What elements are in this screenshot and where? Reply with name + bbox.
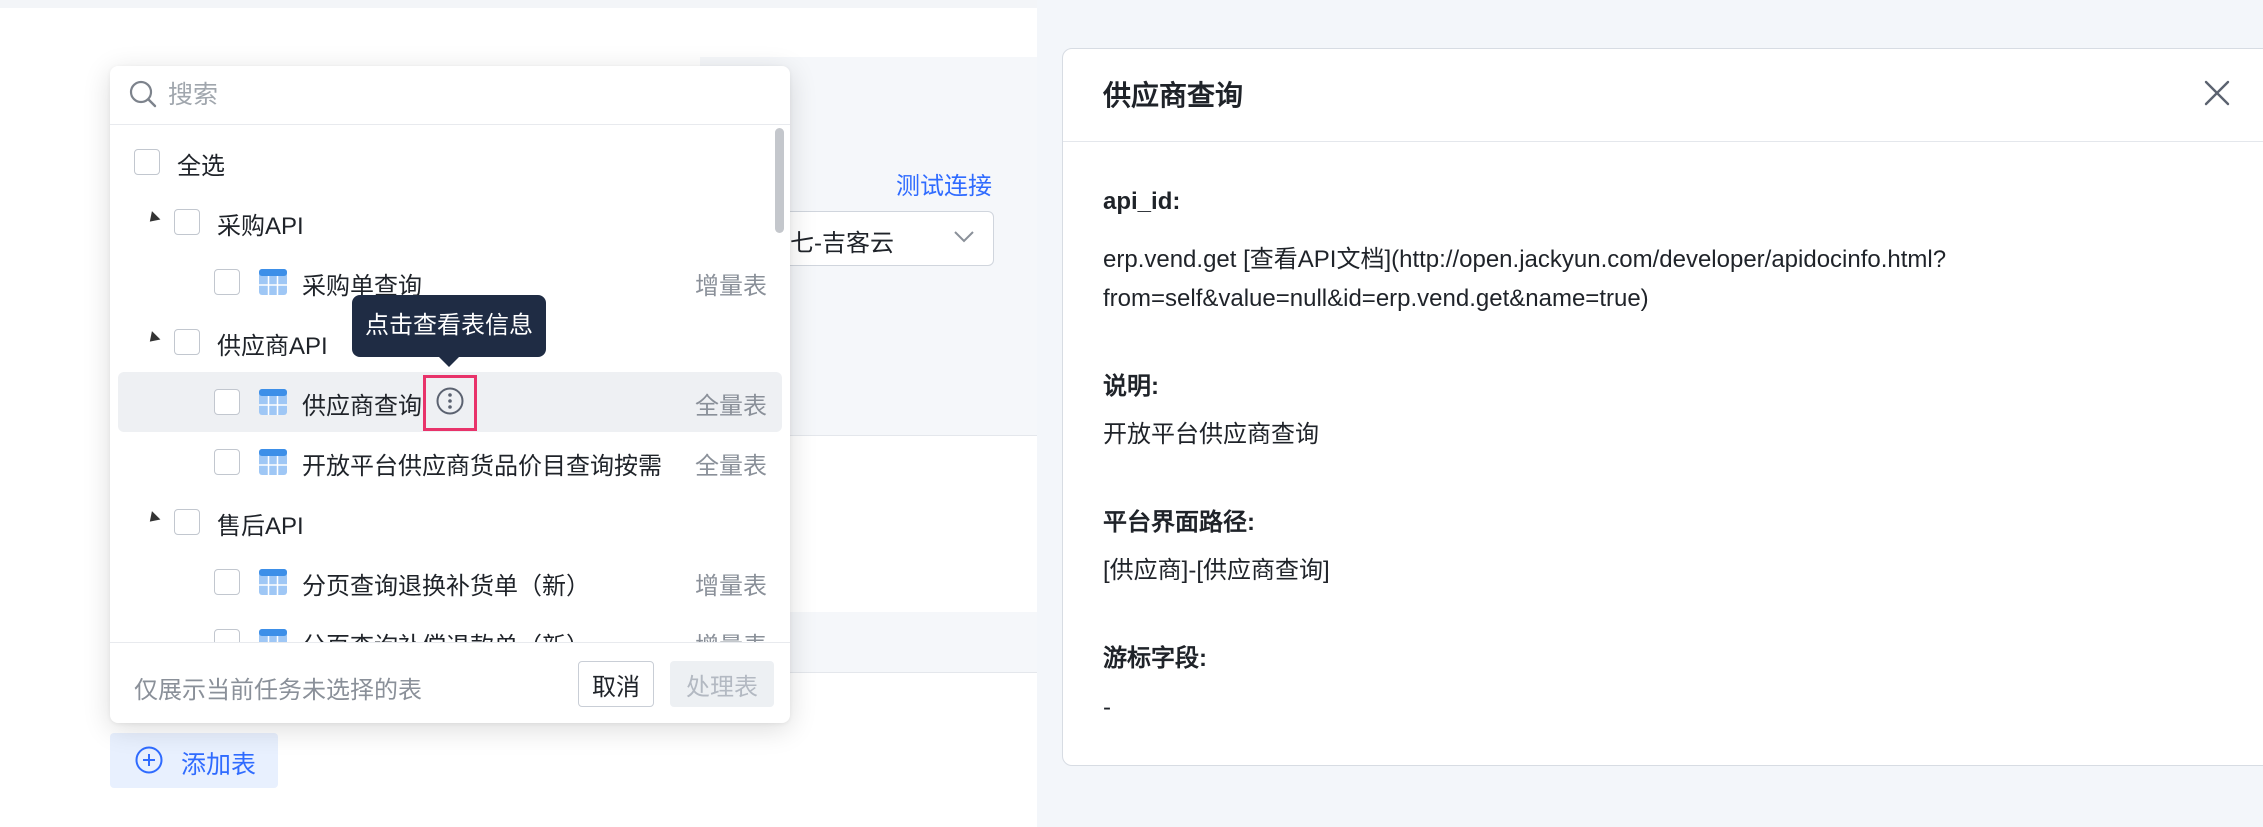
divider [1063,141,2263,142]
table-list-strip [790,612,1037,673]
table-checkbox[interactable] [214,269,240,295]
select-all-label: 全选 [177,153,225,180]
table-label: 供应商查询 [302,393,422,420]
scrollbar-thumb[interactable] [775,128,784,233]
tooltip: 点击查看表信息 [352,295,546,357]
table-icon [259,569,287,595]
table-checkbox[interactable] [214,449,240,475]
tree-table-row[interactable]: 分页查询退换补货单（新） 增量表 [110,552,790,612]
table-type-tag: 增量表 [695,626,767,642]
table-type-tag: 增量表 [695,573,767,600]
table-icon [259,269,287,295]
process-tables-button[interactable]: 处理表 [670,661,774,707]
top-strip [0,0,1037,8]
field-value-description: 开放平台供应商查询 [1103,421,1319,448]
search-icon [129,80,157,108]
group-label: 采购API [217,213,304,240]
table-icon [259,389,287,415]
expand-arrow-icon[interactable] [145,331,161,346]
expand-arrow-icon[interactable] [145,511,161,526]
tree-group-row[interactable]: 售后API [110,492,790,552]
table-label: 开放平台供应商货品价目查询按需 [302,453,662,480]
select-all-row[interactable]: 全选 [110,132,790,192]
field-value-api-id-line2: from=self&value=null&id=erp.vend.get&nam… [1103,285,1649,312]
datasource-select-value: 七-吉客云 [790,230,894,257]
select-all-checkbox[interactable] [134,149,160,175]
field-value-api-id-line1: erp.vend.get [查看API文档](http://open.jacky… [1103,246,1947,273]
tree-table-row-hovered[interactable]: 供应商查询 全量表 [118,372,782,432]
divider [110,124,790,125]
group-checkbox[interactable] [174,329,200,355]
close-icon[interactable] [2200,76,2234,110]
table-label: 分页查询补偿退款单（新） [302,626,590,642]
tree-table-row[interactable]: 开放平台供应商货品价目查询按需 全量表 [110,432,790,492]
table-checkbox[interactable] [214,629,240,642]
table-label: 分页查询退换补货单（新） [302,573,590,600]
tree-group-row[interactable]: 采购API [110,192,790,252]
divider [110,642,790,643]
footer-hint: 仅展示当前任务未选择的表 [134,677,422,704]
search-input[interactable] [166,76,770,114]
field-value-ui-path: [供应商]-[供应商查询] [1103,557,1330,584]
tooltip-arrow [438,356,460,367]
group-checkbox[interactable] [174,209,200,235]
expand-arrow-icon[interactable] [145,211,161,226]
table-type-tag: 全量表 [695,453,767,480]
plus-circle-icon [135,746,163,774]
more-info-icon[interactable] [435,386,465,416]
table-checkbox[interactable] [214,389,240,415]
table-type-tag: 增量表 [695,273,767,300]
field-label-ui-path: 平台界面路径: [1103,509,1255,536]
tree-table-row[interactable]: 分页查询补偿退款单（新） 增量表 [110,612,790,642]
table-icon [259,629,287,642]
field-label-description: 说明: [1103,373,1159,400]
field-label-api-id: api_id: [1103,188,1181,215]
table-tree: 全选 采购API 采购单查询 增量表 供应商API 供应商查询 全量表 开放平台… [110,126,790,642]
table-checkbox[interactable] [214,569,240,595]
test-connection-link[interactable]: 测试连接 [896,166,992,201]
table-info-panel [1062,48,2263,766]
field-value-cursor: - [1103,694,1111,721]
chevron-down-icon [954,231,974,243]
group-checkbox[interactable] [174,509,200,535]
group-label: 售后API [217,513,304,540]
panel-title: 供应商查询 [1103,80,1244,111]
table-icon [259,449,287,475]
add-table-label: 添加表 [181,751,257,779]
group-label: 供应商API [217,333,328,360]
cancel-button[interactable]: 取消 [578,661,654,707]
table-type-tag: 全量表 [695,393,767,420]
field-label-cursor: 游标字段: [1103,645,1207,672]
